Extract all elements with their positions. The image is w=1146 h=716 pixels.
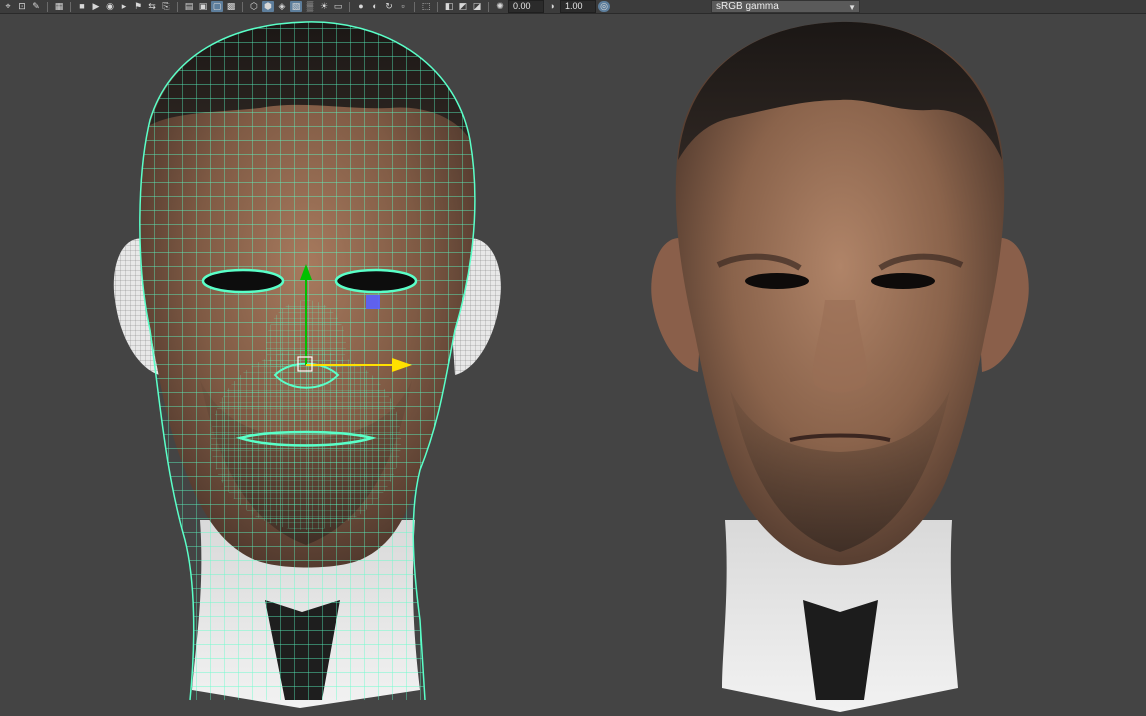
depth-of-field-icon[interactable]: ☀ (318, 1, 330, 12)
frame-all-icon[interactable]: ◩ (457, 1, 469, 12)
selection-highlight-icon[interactable]: ⬚ (420, 1, 432, 12)
two-sided-lighting-icon[interactable]: ◧ (443, 1, 455, 12)
gamma-icon[interactable]: ◑ (546, 1, 558, 12)
toolbar-divider (47, 1, 48, 12)
toolbar-divider (177, 1, 178, 12)
xray-joints-icon[interactable]: ◐ (369, 1, 381, 12)
toolbar-divider (488, 1, 489, 12)
frame-selected-icon[interactable]: ◪ (471, 1, 483, 12)
toolbar-divider (242, 1, 243, 12)
textured-icon[interactable]: ▩ (225, 1, 237, 12)
z-axis-handle[interactable] (366, 295, 380, 309)
toolbar-divider (437, 1, 438, 12)
backface-icon[interactable]: ↻ (383, 1, 395, 12)
use-all-lights-icon[interactable]: ⬡ (248, 1, 260, 12)
gate-mask-icon[interactable]: ⚑ (132, 1, 144, 12)
gamma-field[interactable] (560, 0, 596, 13)
safe-action-icon[interactable]: ⎘ (160, 1, 172, 12)
select-camera-icon[interactable]: ⌖ (2, 1, 14, 12)
toolbar-divider (414, 1, 415, 12)
exposure-field[interactable] (508, 0, 544, 13)
wireframe-icon[interactable]: ▤ (183, 1, 195, 12)
image-plane-icon[interactable]: ▶ (90, 1, 102, 12)
view-transform-dropdown[interactable]: sRGB gamma ▼ (711, 0, 860, 13)
bookmarks-icon[interactable]: ■ (76, 1, 88, 12)
3d-viewport[interactable] (0, 14, 1146, 716)
isolate-select-icon[interactable]: ▭ (332, 1, 344, 12)
viewport-panel-toolbar: ⌖ ⊡ ✎ ▦ ■ ▶ ◉ ▸ ⚑ ⇆ ⎘ ▤ ▣ ▢ ▩ ⬡ ⬢ ◈ ▧ ▒ … (0, 0, 1146, 14)
field-chart-icon[interactable]: ⇆ (146, 1, 158, 12)
camera-attributes-icon[interactable]: ✎ (30, 1, 42, 12)
motion-blur-icon[interactable]: ▧ (290, 1, 302, 12)
film-gate-icon[interactable]: ◉ (104, 1, 116, 12)
toolbar-divider (70, 1, 71, 12)
toolbar-divider (349, 1, 350, 12)
smooth-shade-icon[interactable]: ▣ (197, 1, 209, 12)
shadows-icon[interactable]: ⬢ (262, 1, 274, 12)
lock-camera-icon[interactable]: ⊡ (16, 1, 28, 12)
resolution-gate-icon[interactable]: ▸ (118, 1, 130, 12)
xray-icon[interactable]: ● (355, 1, 367, 12)
textured-head-model[interactable] (651, 21, 1029, 712)
view-transform-value: sRGB gamma (716, 1, 779, 12)
color-management-icon[interactable]: ◎ (598, 1, 610, 12)
hud-icon[interactable]: ▫ (397, 1, 409, 12)
chevron-down-icon: ▼ (848, 3, 856, 12)
exposure-icon[interactable]: ✺ (494, 1, 506, 12)
ambient-occlusion-icon[interactable]: ◈ (276, 1, 288, 12)
default-material-icon[interactable]: ▢ (211, 1, 223, 12)
anti-aliasing-icon[interactable]: ▒ (304, 1, 316, 12)
grid-icon[interactable]: ▦ (53, 1, 65, 12)
